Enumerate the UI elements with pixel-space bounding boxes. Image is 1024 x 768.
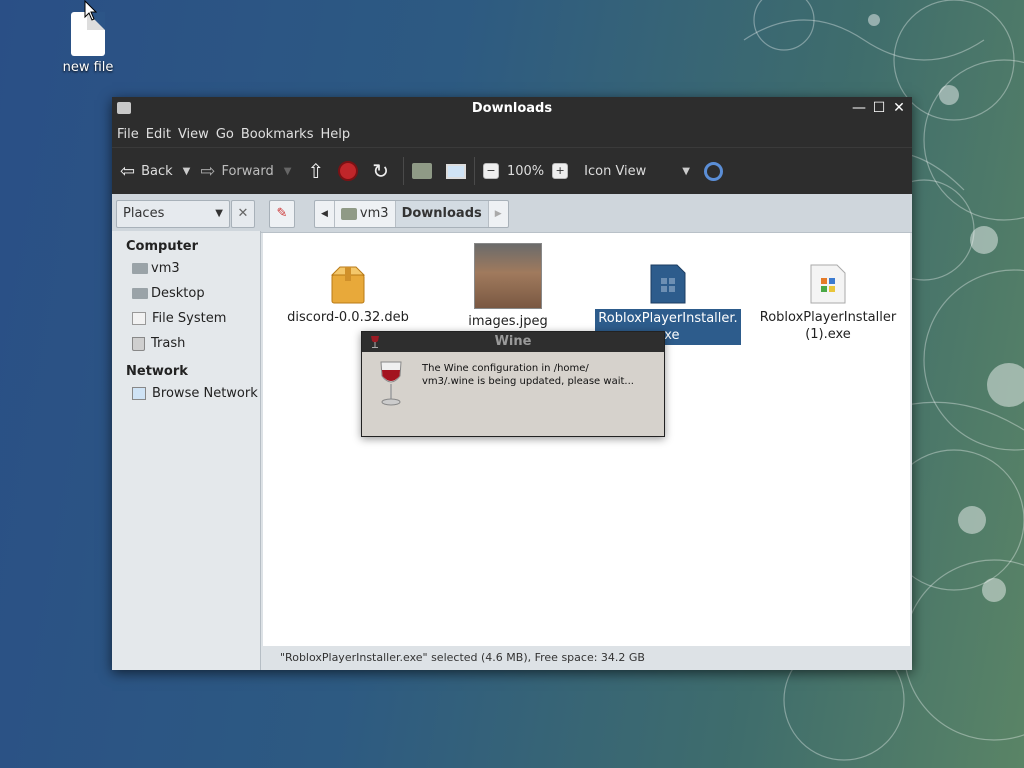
- forward-history-dropdown[interactable]: ▼: [284, 166, 292, 177]
- window-titlebar[interactable]: Downloads — ☐ ✕: [112, 97, 912, 121]
- sidebar-item-desktop[interactable]: Desktop: [112, 281, 260, 306]
- file-name-line1: RobloxPlayerInstaller: [759, 310, 897, 325]
- search-icon[interactable]: [704, 161, 723, 181]
- sidebar-item-trash[interactable]: Trash: [112, 331, 260, 356]
- close-sidebar-button[interactable]: ✕: [231, 200, 255, 228]
- location-bar: Places ▼ ✕ ✎ ◀ vm3 Downloads ▶: [112, 194, 912, 233]
- minimize-button[interactable]: —: [852, 100, 866, 116]
- file-name-line1: RobloxPlayerInstaller.: [598, 311, 738, 326]
- file-item-discord-deb[interactable]: discord-0.0.32.deb: [273, 265, 423, 326]
- zoom-in-button[interactable]: +: [552, 163, 569, 179]
- exe-icon: [650, 264, 686, 304]
- close-button[interactable]: ✕: [892, 100, 906, 116]
- wine-glass-icon: [380, 361, 402, 406]
- desktop-folder-icon: [132, 288, 148, 299]
- file-item-images-jpeg[interactable]: images.jpeg: [433, 243, 583, 330]
- up-arrow-icon[interactable]: ⇧: [307, 159, 324, 183]
- chevron-down-icon: ▼: [682, 165, 690, 177]
- file-icon-view[interactable]: discord-0.0.32.deb images.jpeg RobloxPla…: [263, 233, 910, 646]
- breadcrumb-left-arrow[interactable]: ◀: [315, 201, 335, 227]
- network-icon: [132, 387, 146, 400]
- computer-icon[interactable]: [445, 163, 466, 179]
- home-folder-icon: [340, 208, 357, 220]
- menubar: File Edit View Go Bookmarks Help: [112, 121, 912, 147]
- toolbar-separator: [473, 157, 475, 185]
- back-button[interactable]: ⇦ Back ▼: [120, 161, 190, 182]
- view-mode-label: Icon View: [584, 163, 647, 179]
- home-folder-icon: [132, 263, 148, 274]
- view-mode-select[interactable]: Icon View ▼: [584, 164, 690, 179]
- forward-label: Forward: [221, 163, 274, 179]
- menu-view[interactable]: View: [177, 127, 215, 142]
- menu-bookmarks[interactable]: Bookmarks: [240, 127, 320, 142]
- file-name: images.jpeg: [468, 314, 548, 329]
- breadcrumb-home[interactable]: vm3: [335, 201, 396, 227]
- zoom-out-button[interactable]: −: [482, 163, 499, 179]
- status-bar: "RobloxPlayerInstaller.exe" selected (4.…: [263, 648, 910, 670]
- zoom-level: 100%: [506, 163, 545, 179]
- sidebar-item-label: File System: [152, 311, 227, 326]
- breadcrumb-downloads[interactable]: Downloads: [395, 201, 489, 227]
- desktop-new-file-label: new file: [62, 60, 114, 75]
- dialog-message-line2: vm3/.wine is being updated, please wait.…: [422, 376, 634, 387]
- back-arrow-icon: ⇦: [120, 160, 136, 182]
- sidebar-item-label: vm3: [151, 261, 180, 276]
- breadcrumb: ◀ vm3 Downloads ▶: [314, 200, 509, 228]
- forward-arrow-icon: ⇨: [200, 160, 216, 182]
- exe-icon: [810, 264, 846, 304]
- places-label: Places: [123, 206, 165, 221]
- dialog-message-line1: The Wine configuration in /home/: [422, 363, 589, 374]
- menu-help[interactable]: Help: [319, 127, 356, 142]
- wine-glass-icon: [371, 336, 379, 348]
- file-item-roblox-installer-1[interactable]: RobloxPlayerInstaller (1).exe: [753, 263, 903, 343]
- sidebar-item-label: Desktop: [151, 286, 205, 301]
- mouse-cursor-icon: [84, 0, 98, 21]
- home-folder-icon[interactable]: [411, 163, 432, 179]
- dialog-title: Wine: [494, 334, 532, 349]
- breadcrumb-home-label: vm3: [359, 206, 389, 221]
- breadcrumb-right-arrow[interactable]: ▶: [489, 201, 508, 227]
- chevron-down-icon: ▼: [215, 208, 223, 219]
- stop-icon[interactable]: [338, 161, 359, 181]
- places-sidebar: Computer vm3 Desktop File System Trash N…: [112, 231, 261, 670]
- file-name: discord-0.0.32.deb: [287, 310, 409, 325]
- sidebar-item-label: Browse Network: [152, 386, 258, 401]
- toggle-location-entry-button[interactable]: ✎: [269, 200, 295, 228]
- drive-icon: [132, 312, 146, 325]
- sidebar-heading-computer: Computer: [126, 239, 199, 254]
- sidebar-heading-network: Network: [126, 364, 188, 379]
- menu-go[interactable]: Go: [215, 127, 240, 142]
- trash-icon: [132, 336, 145, 351]
- reload-icon[interactable]: ↻: [372, 159, 389, 183]
- back-history-dropdown[interactable]: ▼: [183, 166, 191, 177]
- sidebar-item-file-system[interactable]: File System: [112, 306, 260, 331]
- window-title: Downloads: [471, 101, 553, 116]
- sidebar-type-select[interactable]: Places ▼: [116, 200, 230, 228]
- forward-button[interactable]: ⇨ Forward ▼: [200, 161, 291, 182]
- menu-file[interactable]: File: [116, 127, 145, 142]
- wine-update-dialog[interactable]: Wine The Wine configuration in /home/ vm…: [361, 331, 665, 437]
- photo-thumbnail: [474, 243, 542, 309]
- toolbar-separator: [402, 157, 404, 185]
- toolbar: ⇦ Back ▼ ⇨ Forward ▼ ⇧ ↻ − 100% + Icon V…: [112, 147, 912, 194]
- sidebar-item-vm3[interactable]: vm3: [112, 256, 260, 281]
- maximize-button[interactable]: ☐: [872, 100, 886, 116]
- back-label: Back: [141, 163, 173, 179]
- sidebar-item-browse-network[interactable]: Browse Network: [112, 381, 260, 406]
- dialog-titlebar[interactable]: Wine: [362, 332, 664, 352]
- file-name-line2: (1).exe: [805, 327, 851, 342]
- package-icon: [330, 266, 366, 304]
- sidebar-item-label: Trash: [151, 336, 186, 351]
- menu-edit[interactable]: Edit: [145, 127, 177, 142]
